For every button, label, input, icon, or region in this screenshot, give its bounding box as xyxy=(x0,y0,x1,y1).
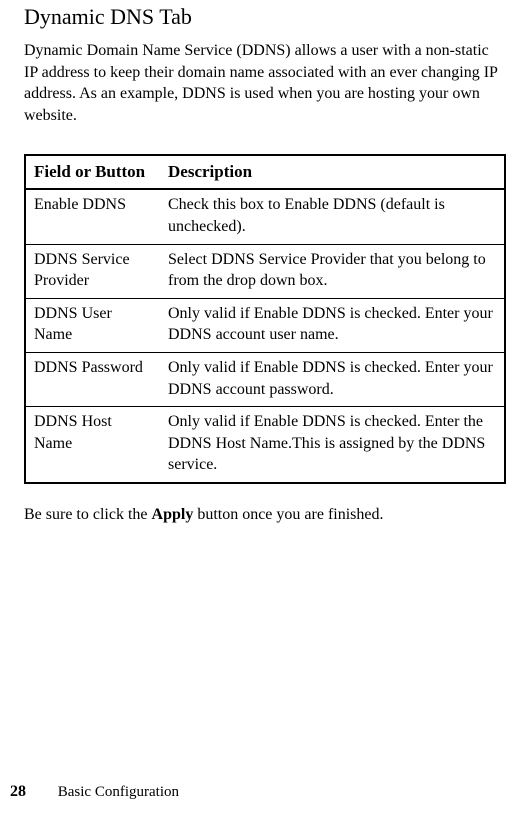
closing-paragraph: Be sure to click the Apply button once y… xyxy=(24,506,506,524)
section-name: Basic Configuration xyxy=(58,784,179,800)
table-row: DDNS Service Provider Select DDNS Servic… xyxy=(25,244,505,298)
desc-cell: Select DDNS Service Provider that you be… xyxy=(160,244,505,298)
table-header-row: Field or Button Description xyxy=(25,155,505,189)
closing-pre: Be sure to click the xyxy=(24,506,152,523)
closing-post: button once you are finished. xyxy=(193,506,383,523)
table-row: DDNS User Name Only valid if Enable DDNS… xyxy=(25,298,505,352)
header-description: Description xyxy=(160,155,505,189)
desc-cell: Only valid if Enable DDNS is checked. En… xyxy=(160,298,505,352)
table-row: Enable DDNS Check this box to Enable DDN… xyxy=(25,189,505,244)
page-number: 28 xyxy=(10,783,26,800)
desc-cell: Check this box to Enable DDNS (default i… xyxy=(160,189,505,244)
intro-paragraph: Dynamic Domain Name Service (DDNS) allow… xyxy=(24,40,506,126)
closing-bold: Apply xyxy=(152,506,194,523)
table-row: DDNS Host Name Only valid if Enable DDNS… xyxy=(25,407,505,483)
section-heading: Dynamic DNS Tab xyxy=(24,4,506,30)
ddns-table: Field or Button Description Enable DDNS … xyxy=(24,154,506,484)
header-field: Field or Button xyxy=(25,155,160,189)
field-cell: DDNS Password xyxy=(25,352,160,406)
table-row: DDNS Password Only valid if Enable DDNS … xyxy=(25,352,505,406)
field-cell: DDNS Service Provider xyxy=(25,244,160,298)
field-cell: DDNS Host Name xyxy=(25,407,160,483)
desc-cell: Only valid if Enable DDNS is checked. En… xyxy=(160,352,505,406)
desc-cell: Only valid if Enable DDNS is checked. En… xyxy=(160,407,505,483)
field-cell: DDNS User Name xyxy=(25,298,160,352)
field-cell: Enable DDNS xyxy=(25,189,160,244)
page-footer: 28 Basic Configuration xyxy=(10,783,179,801)
